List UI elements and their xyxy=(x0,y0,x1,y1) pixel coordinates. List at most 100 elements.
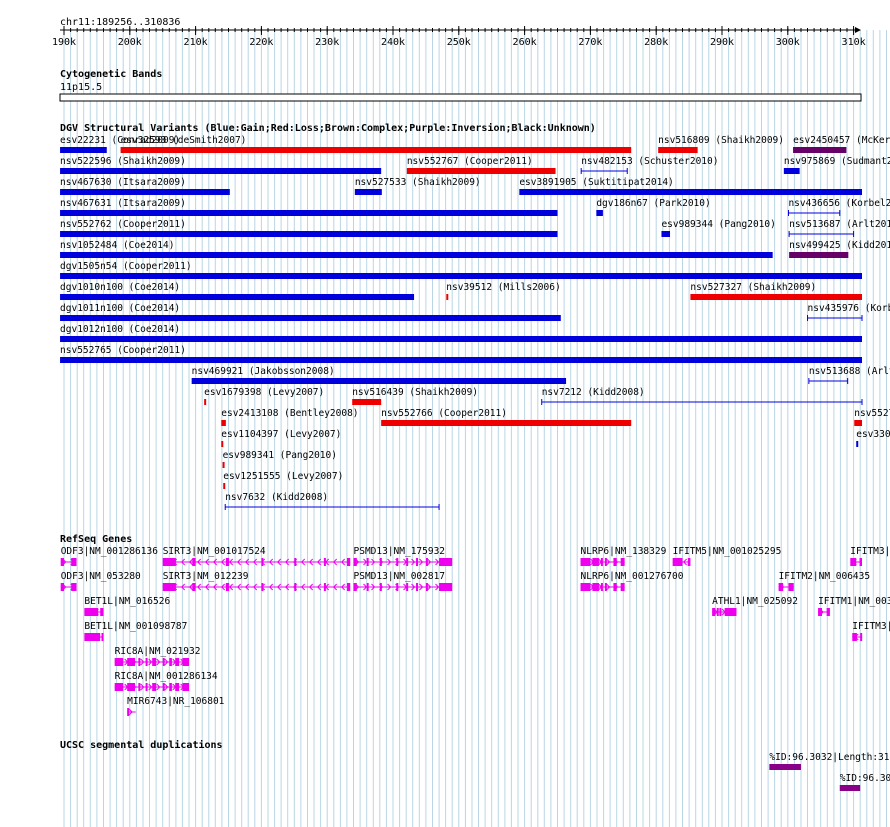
gene-exon[interactable] xyxy=(71,558,77,566)
dgv-feature[interactable]: nsv499425 (Kidd2010) xyxy=(789,240,890,258)
dgv-feature[interactable]: dgv1011n100 (Coe2014) xyxy=(60,303,561,321)
dgv-feature-label[interactable]: nsv552765 (Cooper2011) xyxy=(60,345,186,356)
refseq-gene-label[interactable]: ODF3|NM_053280 xyxy=(61,571,141,582)
gene-exon[interactable] xyxy=(162,558,176,566)
gene-exon[interactable] xyxy=(613,558,617,566)
gene-exon[interactable] xyxy=(162,583,176,591)
refseq-gene-label[interactable]: PSMD13|NM_002817 xyxy=(354,571,446,582)
gene-exon[interactable] xyxy=(225,583,230,591)
segdup-feature-label[interactable]: %ID:96.3032|Length:3100 xyxy=(840,773,890,784)
gene-exon[interactable] xyxy=(127,708,130,716)
dgv-feature-label[interactable]: nsv39512 (Mills2006) xyxy=(446,282,560,293)
gene-exon[interactable] xyxy=(145,683,148,691)
cytoband-ideogram[interactable] xyxy=(59,93,862,102)
dgv-feature-label[interactable]: esv2450457 (McKernan2009) xyxy=(793,135,890,146)
gene-exon[interactable] xyxy=(712,608,716,616)
gene-exon[interactable] xyxy=(152,658,157,666)
gene-exon[interactable] xyxy=(346,583,351,591)
dgv-feature-label[interactable]: esv3306 (Wang2009) xyxy=(856,429,890,440)
position-ruler[interactable]: 190k 200k 210k 220k 230k 240k 250k 260k 270k 280k… xyxy=(52,26,866,48)
dgv-feature[interactable]: nsv552764 (Cooper2011) xyxy=(854,408,890,426)
dgv-feature-label[interactable]: esv1104397 (Levy2007) xyxy=(221,429,341,440)
dgv-feature[interactable]: esv989341 (Pang2010) xyxy=(222,450,337,468)
dgv-feature-bar[interactable] xyxy=(446,294,449,300)
dgv-feature-label[interactable]: nsv513688 (Arlt2011) xyxy=(809,366,890,377)
dgv-feature-label[interactable]: nsv7632 (Kidd2008) xyxy=(225,492,328,503)
refseq-gene[interactable]: RIC8A|NM_021932 xyxy=(114,646,201,666)
dgv-feature-bar[interactable] xyxy=(354,189,382,195)
dgv-feature-bar[interactable] xyxy=(793,147,847,153)
refseq-gene-label[interactable]: SIRT3|NM_012239 xyxy=(163,571,249,582)
dgv-feature[interactable]: esv2450457 (McKernan2009) xyxy=(793,135,890,153)
refseq-gene-label[interactable]: ODF3|NM_001286136 xyxy=(61,546,159,557)
dgv-feature[interactable]: nsv513687 (Arlt2011) xyxy=(788,219,890,237)
dgv-feature[interactable]: esv32593 (deSmith2007) xyxy=(120,135,632,153)
refseq-gene[interactable]: MIR6743|NR_106801 xyxy=(127,696,225,716)
dgv-feature[interactable]: nsv436656 (Korbel2008) xyxy=(787,198,890,216)
gene-exon[interactable] xyxy=(406,583,409,591)
segdup-feature-bar[interactable] xyxy=(839,785,861,791)
dgv-feature-bar[interactable] xyxy=(690,294,862,300)
gene-exon[interactable] xyxy=(687,558,691,566)
refseq-gene-label[interactable]: ATHL1|NM_025092 xyxy=(712,596,798,607)
dgv-feature-bar[interactable] xyxy=(352,399,382,405)
gene-exon[interactable] xyxy=(600,583,603,591)
dgv-feature-label[interactable]: esv2413108 (Bentley2008) xyxy=(221,408,358,419)
gene-exon[interactable] xyxy=(850,558,857,566)
dgv-feature[interactable]: nsv552767 (Cooper2011) xyxy=(406,156,556,174)
dgv-feature-label[interactable]: esv1679398 (Levy2007) xyxy=(204,387,324,398)
refseq-gene-label[interactable]: IFITM3|NM_021034 xyxy=(852,621,890,632)
dgv-feature-bar[interactable] xyxy=(221,420,226,426)
dgv-feature-bar[interactable] xyxy=(60,357,862,363)
gene-exon[interactable] xyxy=(852,633,857,641)
refseq-gene-label[interactable]: SIRT3|NM_001017524 xyxy=(163,546,266,557)
dgv-feature[interactable]: nsv513688 (Arlt2011) xyxy=(808,366,890,384)
dgv-feature-label[interactable]: dgv1011n100 (Coe2014) xyxy=(60,303,180,314)
gene-exon[interactable] xyxy=(162,683,165,691)
gene-exon[interactable] xyxy=(182,683,190,691)
gene-exon[interactable] xyxy=(620,558,625,566)
gene-exon[interactable] xyxy=(439,558,453,566)
dgv-feature[interactable]: nsv39512 (Mills2006) xyxy=(446,282,561,300)
dgv-feature[interactable]: nsv516439 (Shaikh2009) xyxy=(352,387,478,405)
dgv-feature-label[interactable]: esv1251555 (Levy2007) xyxy=(223,471,343,482)
gene-exon[interactable] xyxy=(261,558,264,566)
gene-exon[interactable] xyxy=(182,658,190,666)
refseq-gene-label[interactable]: BET1L|NM_016526 xyxy=(84,596,170,607)
dgv-feature[interactable]: nsv552765 (Cooper2011) xyxy=(60,345,862,363)
gene-exon[interactable] xyxy=(439,583,453,591)
dgv-feature-bar[interactable] xyxy=(120,147,632,153)
dgv-feature-bar[interactable] xyxy=(191,378,567,384)
gene-exon[interactable] xyxy=(592,558,599,566)
dgv-feature[interactable]: esv1251555 (Levy2007) xyxy=(223,471,343,489)
dgv-feature-bar[interactable] xyxy=(60,273,862,279)
dgv-feature-label[interactable]: nsv513687 (Arlt2011) xyxy=(789,219,890,230)
refseq-gene[interactable]: IFITM1|NM_003641 xyxy=(818,596,890,616)
gene-exon[interactable] xyxy=(600,558,603,566)
dgv-feature-label[interactable]: nsv499425 (Kidd2010) xyxy=(789,240,890,251)
dgv-feature-label[interactable]: nsv436656 (Korbel2008) xyxy=(788,198,890,209)
gene-exon[interactable] xyxy=(716,608,719,616)
gene-exon[interactable] xyxy=(175,658,180,666)
gene-exon[interactable] xyxy=(138,683,141,691)
gene-exon[interactable] xyxy=(152,683,157,691)
dgv-feature-label[interactable]: nsv552762 (Cooper2011) xyxy=(60,219,186,230)
gene-exon[interactable] xyxy=(724,608,737,616)
dgv-feature[interactable]: nsv7632 (Kidd2008) xyxy=(224,492,440,510)
dgv-feature[interactable]: nsv467631 (Itsara2009) xyxy=(60,198,558,216)
refseq-gene-label[interactable]: BET1L|NM_001098787 xyxy=(84,621,187,632)
gene-exon[interactable] xyxy=(672,558,683,566)
gene-exon[interactable] xyxy=(225,558,230,566)
dgv-feature-label[interactable]: esv3891905 (Suktitipat2014) xyxy=(519,177,673,188)
dgv-feature[interactable]: dgv1505n54 (Cooper2011) xyxy=(60,261,862,279)
dgv-feature[interactable]: dgv1010n100 (Coe2014) xyxy=(60,282,415,300)
refseq-gene-label[interactable]: IFITM1|NM_003641 xyxy=(818,596,890,607)
gene-exon[interactable] xyxy=(396,583,399,591)
refseq-gene-label[interactable]: NLRP6|NM_138329 xyxy=(581,546,667,557)
dgv-feature-label[interactable]: nsv1052484 (Coe2014) xyxy=(60,240,174,251)
gene-exon[interactable] xyxy=(366,583,369,591)
refseq-gene[interactable]: ODF3|NM_053280 xyxy=(60,571,141,591)
dgv-feature[interactable]: esv3891905 (Suktitipat2014) xyxy=(519,177,862,195)
gene-exon[interactable] xyxy=(346,558,351,566)
dgv-feature[interactable]: esv1679398 (Levy2007) xyxy=(204,387,324,405)
